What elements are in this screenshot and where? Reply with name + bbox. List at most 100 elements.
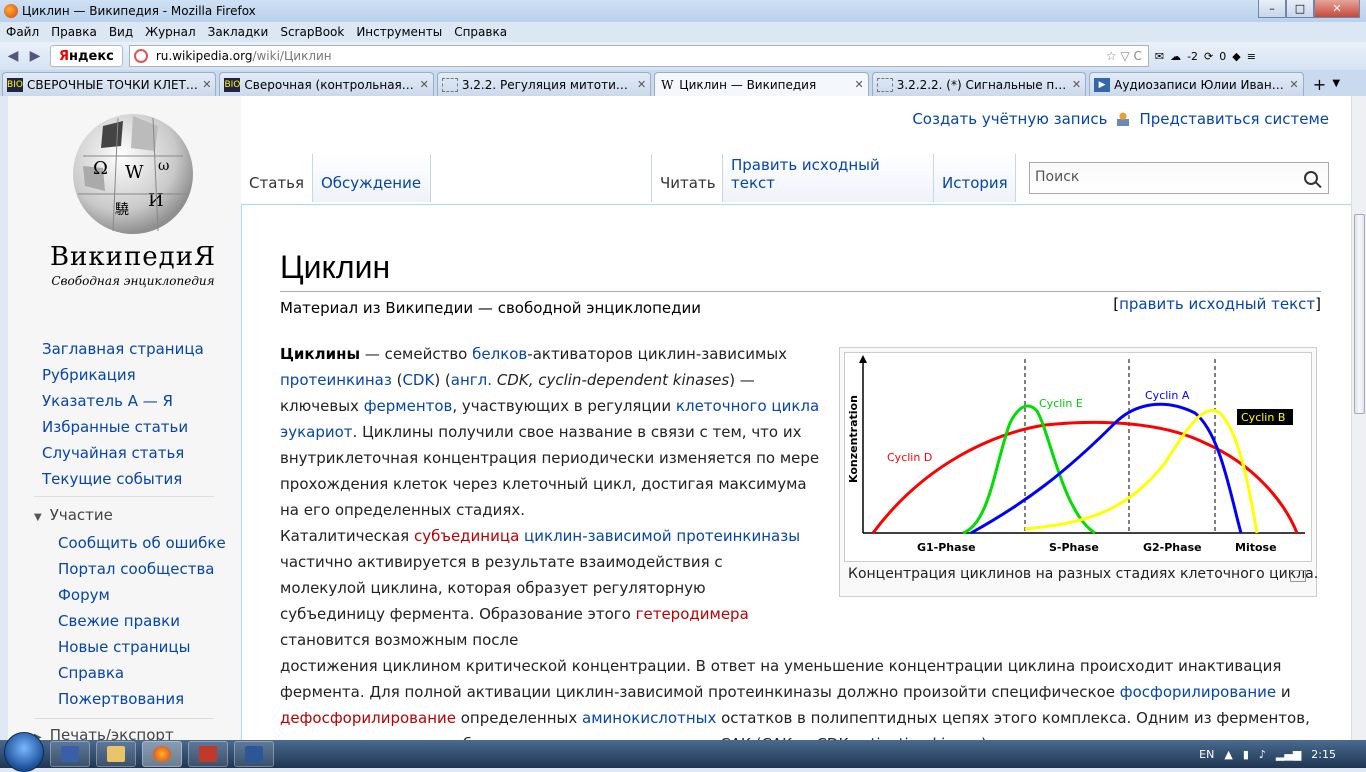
link-english[interactable]: англ.	[451, 371, 492, 389]
link-enzymes[interactable]: ферментов	[364, 397, 453, 415]
network-icon[interactable]: ▮	[1243, 748, 1249, 761]
nav-forum[interactable]: Форум	[58, 582, 226, 608]
menu-history[interactable]: Журнал	[139, 25, 202, 39]
menu-bookmarks[interactable]: Закладки	[202, 25, 275, 39]
create-account-link[interactable]: Создать учётную запись	[912, 110, 1107, 128]
menu-view[interactable]: Вид	[103, 25, 139, 39]
tab-edit-label: Править исходный текст	[731, 156, 880, 192]
nav-recent-changes[interactable]: Свежие правки	[58, 608, 226, 634]
close-tab-icon[interactable]: ✕	[420, 78, 429, 91]
close-tab-icon[interactable]: ✕	[1072, 78, 1081, 91]
nav-help[interactable]: Справка	[58, 660, 226, 686]
yandex-button[interactable]: Яндекс	[50, 45, 123, 67]
tab-read[interactable]: Читать	[651, 154, 723, 202]
taskbar-save[interactable]	[50, 741, 90, 767]
close-button[interactable]: ✕	[1314, 0, 1360, 18]
cyclin-chart[interactable]: Konzentration Cyclin D Cyclin E Cyclin A…	[844, 352, 1312, 562]
print-heading[interactable]: ▶ Печать/экспорт	[34, 726, 174, 740]
close-tab-icon[interactable]: ✕	[854, 78, 863, 91]
close-tab-icon[interactable]: ✕	[202, 78, 211, 91]
tab-list-icon[interactable]: ▼	[1332, 78, 1340, 89]
tab-label: СВЕРОЧНЫЕ ТОЧКИ КЛЕТОЧ...	[27, 77, 199, 92]
taskbar-app[interactable]	[188, 741, 228, 767]
magnify-icon[interactable]	[1290, 570, 1306, 582]
phase-label-mitose: Mitose	[1235, 541, 1277, 554]
nav-index[interactable]: Указатель А — Я	[42, 388, 204, 414]
link-amino-acid[interactable]: аминокислотных	[582, 709, 716, 727]
mail-icon[interactable]: ✉	[1155, 50, 1164, 63]
taskbar-word[interactable]	[234, 741, 274, 767]
link-dephosphorylation[interactable]: дефосфорилирование	[280, 709, 456, 727]
link-cell-cycle[interactable]: клеточного цикла	[676, 397, 819, 415]
weather-icon[interactable]: ☁	[1170, 50, 1181, 63]
menu-tools[interactable]: Инструменты	[350, 25, 448, 39]
menu-edit[interactable]: Правка	[45, 25, 103, 39]
forward-arrow-icon[interactable]: ▶	[26, 47, 44, 65]
browser-tab[interactable]: 3.2.2.2. (*) Сигнальные пути, и... ✕	[871, 72, 1087, 96]
nav-random[interactable]: Случайная статья	[42, 440, 204, 466]
minimize-button[interactable]: –	[1258, 0, 1286, 18]
portal-heading[interactable]: ▼ Участие	[34, 506, 113, 524]
system-tray: EN ▲ ▮ ♪ ▂▄▆ 2:15	[1199, 748, 1336, 761]
taskbar-firefox[interactable]	[142, 741, 182, 767]
link-protein-kinases[interactable]: протеинкиназ	[280, 371, 392, 389]
nav-community-portal[interactable]: Портал сообщества	[58, 556, 226, 582]
nav-categories[interactable]: Рубрикация	[42, 362, 204, 388]
browser-tab[interactable]: ▶Аудиозаписи Юлии Ивановой... ✕	[1089, 72, 1304, 96]
menu-icon[interactable]: ≡	[1247, 50, 1256, 63]
back-arrow-icon[interactable]: ◀	[4, 47, 22, 65]
new-tab-button[interactable]: +	[1307, 72, 1333, 96]
chart-svg: Konzentration Cyclin D Cyclin E Cyclin A…	[847, 355, 1305, 554]
menu-help[interactable]: Справка	[448, 25, 513, 39]
link-cdk-full[interactable]: циклин-зависимой протеинкиназы	[524, 527, 800, 545]
close-tab-icon[interactable]: ✕	[637, 78, 646, 91]
link-proteins[interactable]: белков	[472, 345, 527, 363]
tab-history-label: История	[942, 174, 1008, 192]
browser-tab[interactable]: BIOСверочная (контрольная) точ... ✕	[219, 72, 434, 96]
start-button[interactable]	[4, 732, 44, 772]
site-identity-icon[interactable]	[133, 49, 148, 63]
tab-talk[interactable]: Обсуждение	[313, 154, 431, 202]
link-cdk[interactable]: CDK	[402, 371, 434, 389]
menu-scrapbook[interactable]: ScrapBook	[274, 25, 350, 39]
search-input[interactable]: Поиск	[1029, 162, 1329, 194]
signal-icon[interactable]: ▂▄▆	[1276, 748, 1301, 761]
browser-tab-active[interactable]: W Циклин — Википедия ✕	[654, 72, 869, 96]
maximize-button[interactable]: □	[1286, 0, 1314, 18]
link-subunit[interactable]: субъединица	[414, 527, 519, 545]
menu-file[interactable]: Файл	[0, 25, 45, 39]
window-titlebar: Циклин — Википедия - Mozilla Firefox – □…	[0, 0, 1366, 22]
scrollbar-thumb[interactable]	[1354, 214, 1365, 414]
show-hidden-icon[interactable]: ▲	[1224, 748, 1232, 761]
search-icon[interactable]	[1304, 171, 1318, 185]
url-bar[interactable]: ru.wikipedia.org/wiki/Циклин ☆ ▽ C	[128, 45, 1149, 67]
tab-history[interactable]: История	[934, 154, 1016, 202]
nav-current-events[interactable]: Текущие события	[42, 466, 204, 492]
link-heterodimer[interactable]: гетеродимера	[636, 605, 749, 623]
tab-article[interactable]: Статья	[241, 154, 313, 202]
update-icon[interactable]: ⟳	[1204, 50, 1213, 63]
close-tab-icon[interactable]: ✕	[1289, 78, 1298, 91]
nav-featured[interactable]: Избранные статьи	[42, 414, 204, 440]
link-eukaryotes[interactable]: эукариот	[280, 423, 353, 441]
taskbar-explorer[interactable]	[96, 741, 136, 767]
vertical-scrollbar[interactable]	[1351, 96, 1366, 740]
star-icon[interactable]: ☆ ▽ C	[1106, 49, 1142, 63]
clock[interactable]: 2:15	[1311, 748, 1336, 761]
wikipedia-logo[interactable]: W Ω И 驍 ω ВикипедиЯ Свободная энциклопед…	[38, 106, 228, 306]
link-phosphorylation[interactable]: фосфорилирование	[1120, 683, 1276, 701]
login-link[interactable]: Представиться системе	[1139, 110, 1329, 128]
browser-tab[interactable]: BIO СВЕРОЧНЫЕ ТОЧКИ КЛЕТОЧ... ✕	[2, 72, 217, 96]
volume-icon[interactable]: ♪	[1259, 748, 1266, 761]
nav-main-page[interactable]: Заглавная страница	[42, 336, 204, 362]
language-indicator[interactable]: EN	[1199, 748, 1214, 761]
tab-edit-source[interactable]: Править исходный текст	[723, 154, 934, 202]
nav-new-pages[interactable]: Новые страницы	[58, 634, 226, 660]
title-divider	[280, 291, 1321, 292]
nav-donate[interactable]: Пожертвования	[58, 686, 226, 712]
nav-report-error[interactable]: Сообщить об ошибке	[58, 530, 226, 556]
page-icon	[441, 77, 458, 92]
browser-tab[interactable]: 3.2.2. Регуляция митотическог... ✕	[436, 72, 652, 96]
edit-source-link[interactable]: править исходный текст	[1119, 295, 1315, 313]
addon-icon[interactable]: ◆	[1232, 50, 1240, 63]
